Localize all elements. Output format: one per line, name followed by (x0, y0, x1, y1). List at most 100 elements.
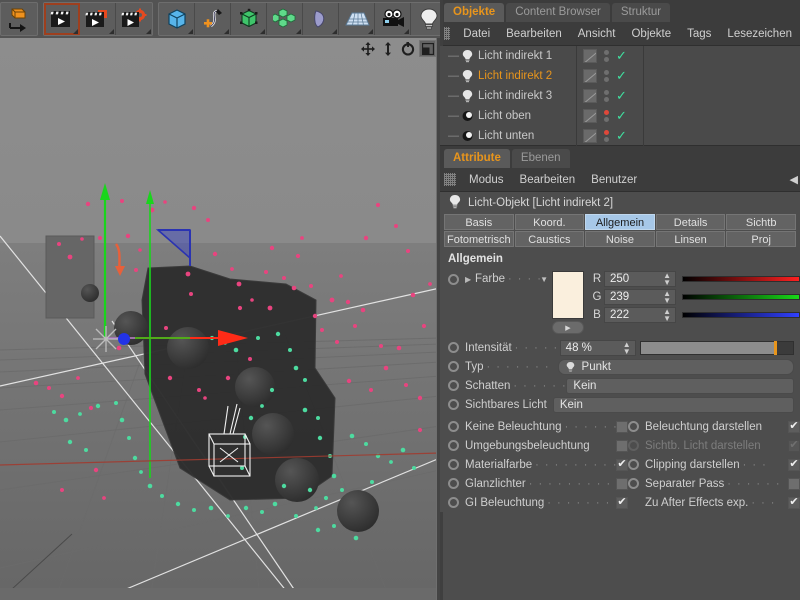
menu-datei[interactable]: Datei (455, 22, 498, 46)
clapperboard-render-icon[interactable] (80, 3, 116, 35)
animate-color-dot[interactable] (448, 273, 459, 285)
move-icon[interactable] (359, 40, 376, 57)
floor-grid-icon[interactable] (339, 3, 375, 35)
texture-tag-icon[interactable] (583, 69, 597, 83)
overflow-arrow-icon[interactable]: ◀ (790, 173, 798, 186)
chevron-down-icon[interactable]: ▼ (540, 275, 548, 284)
animate-dot[interactable] (448, 440, 459, 451)
checkbox-gi-beleuchtung[interactable]: ✔ (616, 496, 628, 509)
color-swatch[interactable] (552, 271, 584, 319)
checkbox-materialfarbe[interactable]: ✔ (616, 458, 628, 471)
ptab-koord[interactable]: Koord. (514, 214, 585, 230)
spline-pen-icon[interactable] (195, 3, 231, 35)
color-g-gradient-bar[interactable] (682, 294, 800, 300)
intensity-slider[interactable] (639, 340, 794, 355)
menu-bearbeiten[interactable]: Bearbeiten (498, 22, 570, 46)
menu-objekte[interactable]: Objekte (623, 22, 679, 46)
visibility-dots[interactable] (604, 110, 609, 122)
texture-tag-icon[interactable] (583, 49, 597, 63)
animate-dot[interactable] (448, 421, 459, 432)
spinner-icon[interactable]: ▲ ▼ (661, 308, 673, 323)
enabled-check-icon[interactable]: ✓ (616, 129, 627, 142)
type-dropdown[interactable]: Punkt (557, 358, 794, 375)
checkbox-glanzlichter[interactable] (616, 477, 628, 490)
ptab-linsen[interactable]: Linsen (655, 231, 726, 247)
ptab-caustics[interactable]: Caustics (514, 231, 585, 247)
visibility-dots[interactable] (604, 70, 609, 82)
tab-struktur[interactable]: Struktur (611, 3, 671, 22)
menu-lesezeichen[interactable]: Lesezeichen (719, 22, 800, 46)
checkbox-cell-umgebungsbeleuchtung[interactable]: Umgebungsbeleuchtung (440, 439, 628, 452)
object-tag-columns[interactable]: ✓ (576, 86, 644, 106)
tab-ebenen[interactable]: Ebenen (511, 149, 570, 168)
ptab-allgemein[interactable]: Allgemein (585, 214, 655, 230)
blue-cube-icon[interactable] (159, 3, 195, 35)
orange-cube-arrow-icon[interactable] (1, 3, 37, 35)
animate-dot[interactable] (628, 459, 639, 470)
menu-ansicht[interactable]: Ansicht (570, 22, 624, 46)
checkbox-cell-beleuchtung-darstellen[interactable]: Beleuchtung darstellen ✔ (628, 420, 800, 433)
ptab-details[interactable]: Details (655, 214, 726, 230)
tab-objekte[interactable]: Objekte (444, 3, 505, 22)
checkbox-cell-sichtb-licht-darstellen[interactable]: Sichtb. Licht darstellen ✔ (628, 439, 800, 452)
animate-dot[interactable] (448, 459, 459, 470)
object-row-licht-indirekt-1[interactable]: — Licht indirekt 1 ✓ (440, 46, 800, 66)
deformer-bend-icon[interactable] (303, 3, 339, 35)
animate-dot[interactable] (628, 478, 639, 489)
visibility-dots[interactable] (604, 50, 609, 62)
checkbox-beleuchtung-darstellen[interactable]: ✔ (788, 420, 800, 433)
object-tag-columns[interactable]: ✓ (576, 46, 644, 66)
menu-modus[interactable]: Modus (461, 168, 512, 192)
intensity-input[interactable]: 48 % (566, 342, 592, 354)
object-tag-columns[interactable]: ✓ (576, 106, 644, 126)
tab-content-browser[interactable]: Content Browser (506, 3, 610, 22)
green-array-icon[interactable] (267, 3, 303, 35)
expand-triangle-icon[interactable]: ▶ (465, 275, 473, 284)
animate-visible-light-dot[interactable] (448, 399, 459, 410)
shadow-dropdown[interactable]: Kein (566, 377, 794, 394)
checkbox-cell-after-effects-export[interactable]: Zu After Effects exp. · · · ✔ (628, 496, 800, 509)
animate-dot[interactable] (628, 421, 639, 432)
ptab-fotometrisch[interactable]: Fotometrisch (444, 231, 514, 247)
checkbox-after-effects-export[interactable]: ✔ (788, 496, 800, 509)
object-tag-columns[interactable]: ✓ (576, 126, 644, 146)
texture-tag-icon[interactable] (583, 89, 597, 103)
clapperboard-gear-render-icon[interactable] (116, 3, 152, 35)
camera-icon[interactable] (375, 3, 411, 35)
animate-dot[interactable] (448, 478, 459, 489)
checkbox-cell-separater-pass[interactable]: Separater Pass · · · · · · (628, 477, 800, 490)
spinner-icon[interactable]: ▲ ▼ (621, 340, 633, 355)
tab-attribute[interactable]: Attribute (444, 149, 510, 168)
texture-tag-icon[interactable] (583, 109, 597, 123)
color-b-gradient-bar[interactable] (682, 312, 800, 318)
ptab-basis[interactable]: Basis (444, 214, 514, 230)
checkbox-separater-pass[interactable] (788, 477, 800, 490)
expand-color-options-button[interactable]: ▶ (552, 321, 584, 334)
spinner-icon[interactable]: ▲ ▼ (661, 290, 673, 305)
animate-dot[interactable] (628, 440, 639, 451)
visibility-dots[interactable] (604, 90, 609, 102)
animate-dot[interactable] (448, 497, 459, 508)
object-row-licht-indirekt-2[interactable]: — Licht indirekt 2 ✓ (440, 66, 800, 86)
green-cube-nurbs-icon[interactable] (231, 3, 267, 35)
visibility-dots[interactable] (604, 130, 609, 142)
ptab-sichtbarkeit[interactable]: Sichtb (726, 214, 796, 230)
object-row-licht-oben[interactable]: — Licht oben ✓ (440, 106, 800, 126)
texture-tag-icon[interactable] (583, 129, 597, 143)
color-g-input[interactable]: 239 (610, 291, 629, 303)
checkbox-clipping-darstellen[interactable]: ✔ (788, 458, 800, 471)
object-manager[interactable]: — Licht indirekt 1 ✓ — Licht indirekt 2 (440, 46, 800, 146)
3d-viewport[interactable] (0, 38, 440, 600)
checkbox-cell-clipping-darstellen[interactable]: Clipping darstellen · · · ✔ (628, 458, 800, 471)
visible-light-dropdown[interactable]: Kein (552, 396, 794, 413)
enabled-check-icon[interactable]: ✓ (616, 69, 627, 82)
checkbox-cell-keine-beleuchtung[interactable]: Keine Beleuchtung · · · · · · (440, 420, 628, 433)
clapperboard-play-icon[interactable] (44, 3, 80, 35)
color-r-input[interactable]: 250 (610, 273, 629, 285)
animate-shadow-dot[interactable] (448, 380, 459, 391)
enabled-check-icon[interactable]: ✓ (616, 89, 627, 102)
menu-benutzer[interactable]: Benutzer (583, 168, 645, 192)
object-row-licht-unten[interactable]: — Licht unten ✓ (440, 126, 800, 146)
ptab-projektion[interactable]: Proj (726, 231, 796, 247)
menu-bearbeiten[interactable]: Bearbeiten (512, 168, 584, 192)
